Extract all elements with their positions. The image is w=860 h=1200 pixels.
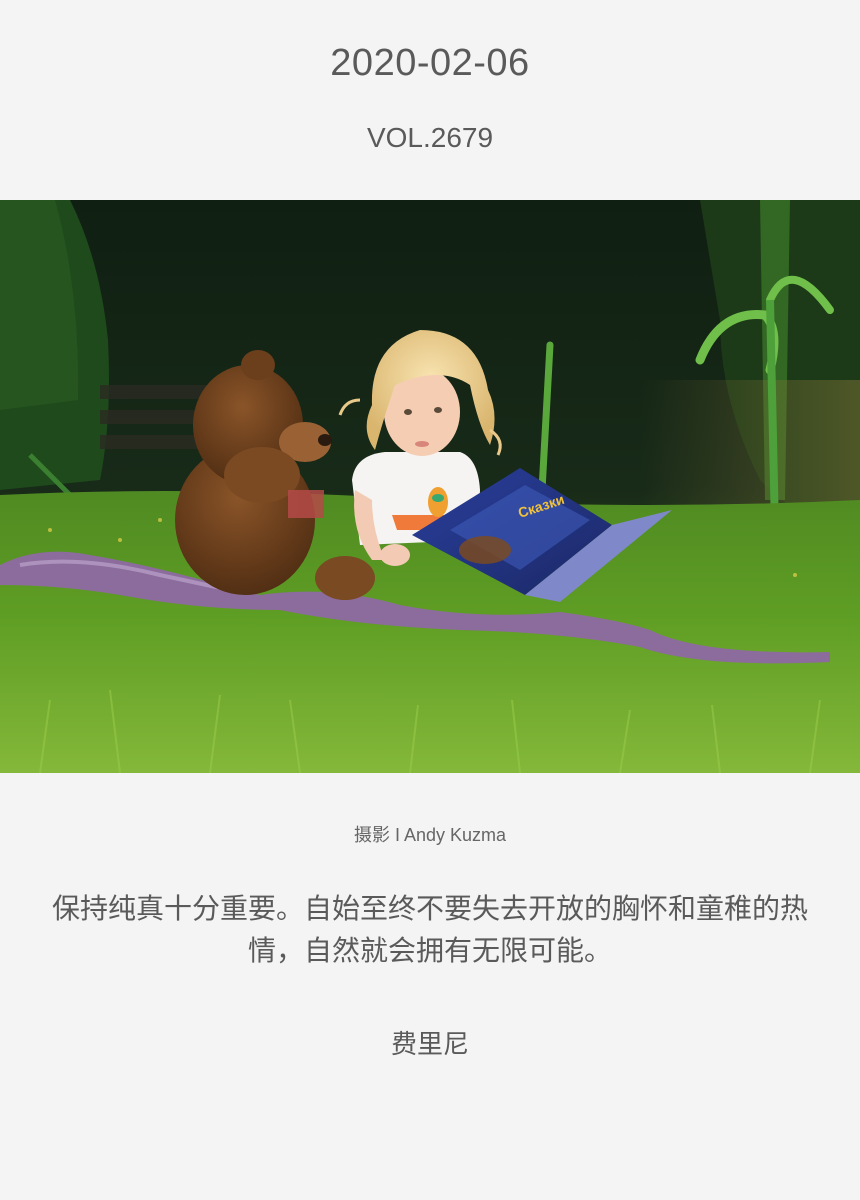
- date-heading: 2020-02-06: [330, 42, 530, 84]
- quote-author: 费里尼: [390, 1030, 469, 1060]
- photo-credit: 摄影 I Andy Kuzma: [353, 825, 507, 845]
- volume-number: VOL.2679: [366, 122, 494, 153]
- hero-photo: Сказки: [0, 200, 860, 773]
- quote-text: 保持纯真十分重要。自始至终不要失去开放的胸怀和童稚的热情，自然就会拥有无限可能。: [51, 892, 808, 967]
